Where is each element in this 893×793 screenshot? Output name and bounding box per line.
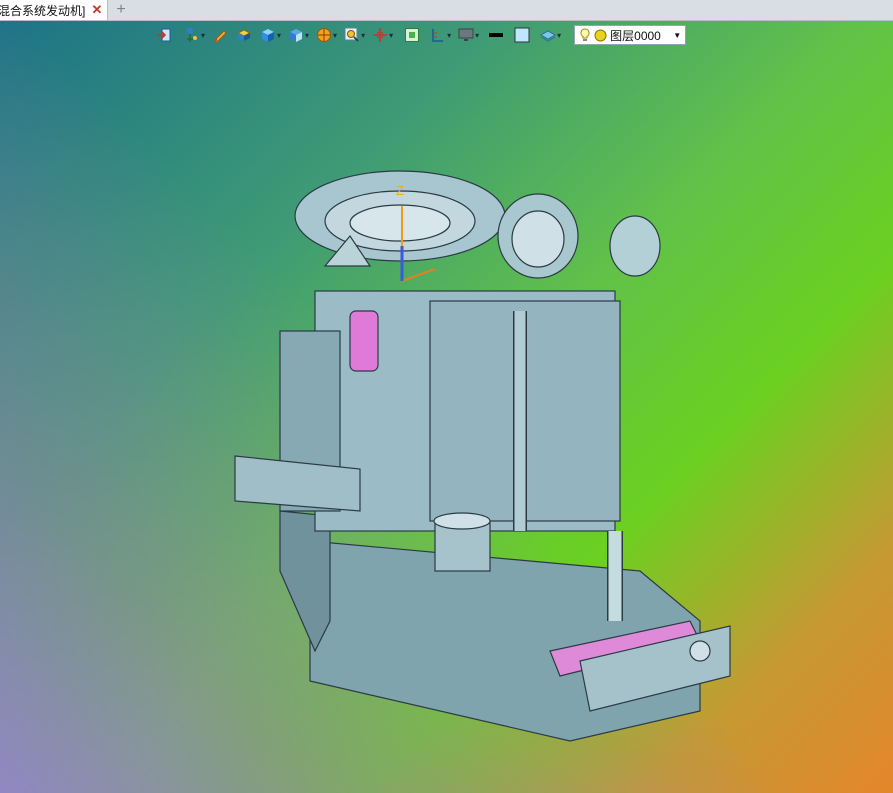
document-tab-bar: 混合系统发动机] ✕ + <box>0 0 893 21</box>
fill-color-button[interactable] <box>514 25 530 45</box>
monitor-icon <box>458 28 474 41</box>
exit-view-button[interactable] <box>156 25 172 45</box>
layer-value: 图层0000 <box>610 28 661 43</box>
display-button[interactable]: ▾ <box>458 25 484 45</box>
chevron-down-icon[interactable]: ▾ <box>333 31 337 40</box>
chevron-down-icon[interactable]: ▾ <box>389 31 393 40</box>
chevron-down-icon[interactable]: ▾ <box>361 31 365 40</box>
cube-icon <box>262 29 275 42</box>
close-icon[interactable]: ✕ <box>91 2 103 18</box>
chevron-down-icon[interactable]: ▾ <box>557 31 561 40</box>
layers-icon <box>540 30 557 42</box>
pencil-icon <box>214 30 227 43</box>
add-tab-button[interactable]: + <box>108 0 134 20</box>
pointer-tool-button[interactable]: ▾ <box>184 25 210 45</box>
document-tab-title: 混合系统发动机] <box>0 3 86 18</box>
render-mode-button[interactable]: ▾ <box>316 25 342 45</box>
chevron-down-icon[interactable]: ▾ <box>447 31 451 40</box>
document-tab[interactable]: 混合系统发动机] ✕ <box>0 0 108 20</box>
fit-view-button[interactable] <box>404 25 420 45</box>
solid-button[interactable]: ▾ <box>260 25 286 45</box>
engine-3d-model[interactable]: Z <box>220 151 740 751</box>
fill-color-icon <box>514 27 530 43</box>
chevron-down-icon[interactable]: ▾ <box>201 31 205 40</box>
z-axis-label: Z <box>396 183 404 198</box>
sketch-button[interactable] <box>212 25 228 45</box>
chevron-down-icon[interactable]: ▼ <box>673 31 681 40</box>
fuel-filter <box>349 310 379 372</box>
chevron-down-icon[interactable]: ▾ <box>475 31 479 40</box>
light-bulb-icon[interactable] <box>579 28 591 42</box>
box-stack-icon <box>236 29 252 41</box>
pan-icon <box>373 28 388 42</box>
3d-viewport[interactable]: ▾ ▾ ▾ ▾ ▾ ▾ ▾ ▾ ▾ 图层0000 ▼ Z <box>0 21 893 793</box>
zoom-button[interactable]: ▾ <box>344 25 370 45</box>
view-cube-icon <box>290 29 303 42</box>
zoom-icon <box>344 27 359 42</box>
layer-select[interactable]: 图层0000 ▼ <box>574 25 687 45</box>
part-button[interactable] <box>236 25 252 45</box>
layers-button[interactable]: ▾ <box>540 25 566 45</box>
line-color-button[interactable] <box>488 25 504 45</box>
exit-view-icon <box>157 28 171 42</box>
layer-color-icon <box>594 29 607 41</box>
sphere-icon <box>317 28 332 42</box>
pointer-icon <box>187 28 197 42</box>
ruler-icon <box>432 29 444 42</box>
line-color-icon <box>489 33 504 37</box>
view-orient-button[interactable]: ▾ <box>288 25 314 45</box>
pan-button[interactable]: ▾ <box>372 25 398 45</box>
fit-icon <box>405 28 420 42</box>
chevron-down-icon[interactable]: ▾ <box>277 31 281 40</box>
measure-button[interactable]: ▾ <box>430 25 456 45</box>
view-toolbar: ▾ ▾ ▾ ▾ ▾ ▾ ▾ ▾ ▾ 图层0000 ▼ <box>156 24 687 46</box>
app-window: 混合系统发动机] ✕ + ▾ ▾ ▾ ▾ ▾ ▾ ▾ ▾ ▾ 图层0000 ▼ … <box>0 0 893 793</box>
chevron-down-icon[interactable]: ▾ <box>305 31 309 40</box>
